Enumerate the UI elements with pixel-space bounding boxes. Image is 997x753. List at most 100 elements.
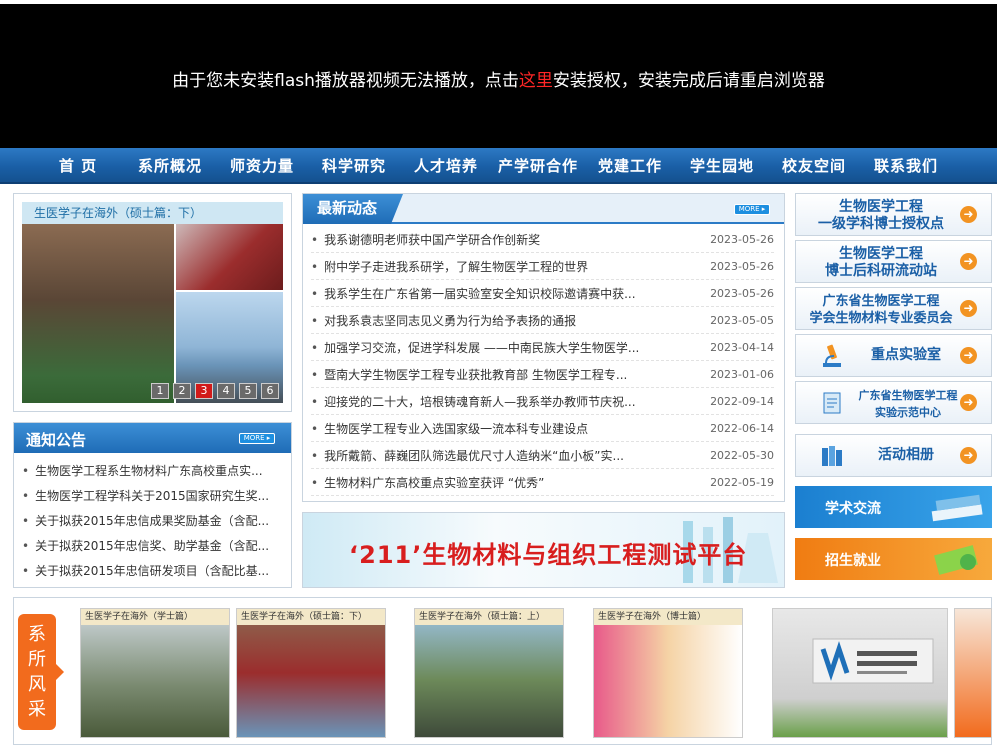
postdoc-station-button[interactable]: 生物医学工程 博士后科研流动站 ➜ (795, 240, 992, 283)
platform-title: ‘211’生物材料与组织工程测试平台 (349, 541, 748, 569)
department-sign-icon (812, 638, 934, 684)
flash-video-placeholder: 由于您未安装flash播放器视频无法播放，点击这里安装授权，安装完成后请重启浏览… (0, 4, 997, 148)
news-item-title: 加强学习交流，促进学科发展 ——中南民族大学生物医学... (311, 339, 641, 356)
slide-page-6[interactable]: 6 (261, 383, 279, 399)
news-item-title: 迎接党的二十大，培根铸魂育新人—我系举办教师节庆祝... (311, 393, 641, 410)
biomaterials-committee-label: 广东省生物医学工程 学会生物材料专业委员会 (809, 294, 953, 326)
nav-students[interactable]: 学生园地 (676, 155, 768, 176)
news-item-title: 生物医学工程专业入选国家级一流本科专业建设点 (311, 420, 641, 437)
nav-home[interactable]: 首 页 (32, 155, 124, 176)
notice-item[interactable]: 关于拟获2015年忠信成果奖励基金（含配... (22, 509, 268, 534)
gallery-label: 系所风采 (18, 614, 64, 730)
news-item-date: 2023-04-14 (710, 340, 774, 354)
news-item-date: 2022-05-19 (710, 475, 774, 489)
flash-install-link[interactable]: 这里 (519, 71, 553, 91)
admissions-label: 招生就业 (825, 553, 881, 569)
main-nav: 首 页 系所概况 师资力量 科学研究 人才培养 产学研合作 党建工作 学生园地 … (0, 148, 997, 184)
gallery-thumb[interactable]: 生医学子在海外（学士篇） (80, 608, 230, 738)
slide-page-2[interactable]: 2 (173, 383, 191, 399)
nav-industry[interactable]: 产学研合作 (492, 155, 584, 176)
gallery-thumb[interactable]: 生医学子在海外（博士篇） (593, 608, 743, 738)
arrow-right-icon: ➜ (960, 300, 977, 317)
notice-item[interactable]: 关于拟获2015年忠信奖、助学基金（含配... (22, 534, 268, 559)
news-item[interactable]: 附中学子走进我系研学，了解生物医学工程的世界 2023-05-26 (311, 253, 774, 280)
flash-message: 由于您未安装flash播放器视频无法播放，点击这里安装授权，安装完成后请重启浏览… (172, 71, 825, 91)
biomaterials-committee-button[interactable]: 广东省生物医学工程 学会生物材料专业委员会 ➜ (795, 287, 992, 330)
news-item-date: 2023-05-26 (710, 286, 774, 300)
arrow-right-icon: ➜ (960, 253, 977, 270)
slide-page-3[interactable]: 3 (195, 383, 213, 399)
arrow-right-icon: ➜ (960, 347, 977, 364)
gallery-thumb[interactable]: 生医学子在海外（硕士篇：下） (236, 608, 386, 738)
news-item-date: 2022-05-30 (710, 448, 774, 462)
news-item[interactable]: 迎接党的二十大，培根铸魂育新人—我系举办教师节庆祝... 2022-09-14 (311, 388, 774, 415)
news-item-title: 我系学生在广东省第一届实验室安全知识校际邀请赛中获... (311, 285, 641, 302)
gallery-thumb[interactable]: 生医学子在海外（硕士篇：上） (414, 608, 564, 738)
doctoral-program-label: 生物医学工程 一级学科博士授权点 (818, 199, 944, 232)
news-panel: 最新动态 MORE ▸ 我系谢德明老师获中国产学研合作创新奖 2023-05-26… (302, 193, 785, 502)
nav-faculty[interactable]: 师资力量 (216, 155, 308, 176)
news-item[interactable]: 我系学生在广东省第一届实验室安全知识校际邀请赛中获... 2023-05-26 (311, 280, 774, 307)
news-item-date: 2023-05-26 (710, 259, 774, 273)
news-item-title: 我所戴箭、薛巍团队筛选最优尺寸人造纳米“血小板”实... (311, 447, 641, 464)
news-item-title: 对我系袁志坚同志见义勇为行为给予表扬的通报 (311, 312, 641, 329)
nav-education[interactable]: 人才培养 (400, 155, 492, 176)
demo-center-label: 广东省生物医学工程 实验示范中心 (858, 389, 958, 419)
news-item-title: 附中学子走进我系研学，了解生物医学工程的世界 (311, 258, 641, 275)
news-item[interactable]: 对我系袁志坚同志见义勇为行为给予表扬的通报 2023-05-05 (311, 307, 774, 334)
arrow-right-icon: ➜ (960, 394, 977, 411)
slide-page-1[interactable]: 1 (151, 383, 169, 399)
news-item-title: 我系谢德明老师获中国产学研合作创新奖 (311, 231, 641, 248)
nav-alumni[interactable]: 校友空间 (768, 155, 860, 176)
news-item-date: 2022-09-14 (710, 394, 774, 408)
news-item-date: 2023-05-26 (710, 232, 774, 246)
demo-center-button[interactable]: 广东省生物医学工程 实验示范中心 ➜ (795, 381, 992, 424)
academic-exchange-label: 学术交流 (825, 501, 881, 517)
notice-item[interactable]: 生物医学工程学科关于2015国家研究生奖... (22, 484, 268, 509)
nav-contact[interactable]: 联系我们 (860, 155, 952, 176)
news-header: 最新动态 MORE ▸ (303, 194, 784, 224)
news-item-date: 2023-05-05 (710, 313, 774, 327)
news-item[interactable]: 加强学习交流，促进学科发展 ——中南民族大学生物医学... 2023-04-14 (311, 334, 774, 361)
photo-album-label: 活动相册 (878, 447, 934, 463)
admissions-button[interactable]: 招生就业 (795, 538, 992, 580)
news-item-date: 2022-06-14 (710, 421, 774, 435)
photo-album-button[interactable]: 活动相册 ➜ (795, 434, 992, 477)
microscope-icon (823, 344, 841, 367)
arrow-right-icon: ➜ (960, 447, 977, 464)
slide-page-5[interactable]: 5 (239, 383, 257, 399)
notice-panel: 通知公告 MORE ▸ 生物医学工程系生物材料广东高校重点实... 生物医学工程… (13, 422, 292, 588)
news-title: 最新动态 (303, 194, 403, 224)
news-item[interactable]: 暨南大学生物医学工程专业获批教育部 生物医学工程专... 2023-01-06 (311, 361, 774, 388)
slide-pagination: 1 2 3 4 5 6 (151, 383, 279, 399)
notice-more-button[interactable]: MORE ▸ (239, 433, 275, 444)
test-platform-banner[interactable]: ‘211’生物材料与组织工程测试平台 (302, 512, 785, 588)
department-gallery: 系所风采 生医学子在海外（学士篇） 生医学子在海外（硕士篇：下） 生医学子在海外… (13, 597, 992, 745)
nav-about[interactable]: 系所概况 (124, 155, 216, 176)
news-more-button[interactable]: MORE ▸ (734, 204, 770, 215)
notice-item[interactable]: 生物医学工程系生物材料广东高校重点实... (22, 459, 268, 484)
news-item-title: 暨南大学生物医学工程专业获批教育部 生物医学工程专... (311, 366, 641, 383)
doctoral-program-button[interactable]: 生物医学工程 一级学科博士授权点 ➜ (795, 193, 992, 236)
photo-slideshow[interactable]: 生医学子在海外（硕士篇：下） 1 2 3 4 5 6 (13, 193, 292, 412)
academic-exchange-button[interactable]: 学术交流 (795, 486, 992, 528)
arrow-right-icon: ➜ (960, 206, 977, 223)
news-item[interactable]: 生物医学工程专业入选国家级一流本科专业建设点 2022-06-14 (311, 415, 774, 442)
news-item[interactable]: 生物材料广东高校重点实验室获评 “优秀” 2022-05-19 (311, 469, 774, 496)
notice-title: 通知公告 (26, 431, 87, 449)
slide-page-4[interactable]: 4 (217, 383, 235, 399)
news-item-title: 生物材料广东高校重点实验室获评 “优秀” (311, 474, 641, 491)
slide-caption: 生医学子在海外（硕士篇：下） (22, 202, 283, 224)
gallery-thumb[interactable] (772, 608, 948, 738)
nav-party[interactable]: 党建工作 (584, 155, 676, 176)
nav-research[interactable]: 科学研究 (308, 155, 400, 176)
news-item-date: 2023-01-06 (710, 367, 774, 381)
notice-item[interactable]: 关于拟获2015年忠信研发项目（含配比基... (22, 559, 268, 584)
key-lab-button[interactable]: 重点实验室 ➜ (795, 334, 992, 377)
postdoc-station-label: 生物医学工程 博士后科研流动站 (825, 246, 937, 279)
gallery-thumb[interactable] (954, 608, 992, 738)
news-item[interactable]: 我系谢德明老师获中国产学研合作创新奖 2023-05-26 (311, 226, 774, 253)
news-item[interactable]: 我所戴箭、薛巍团队筛选最优尺寸人造纳米“血小板”实... 2022-05-30 (311, 442, 774, 469)
key-lab-label: 重点实验室 (871, 347, 941, 363)
books-icon (822, 446, 842, 466)
